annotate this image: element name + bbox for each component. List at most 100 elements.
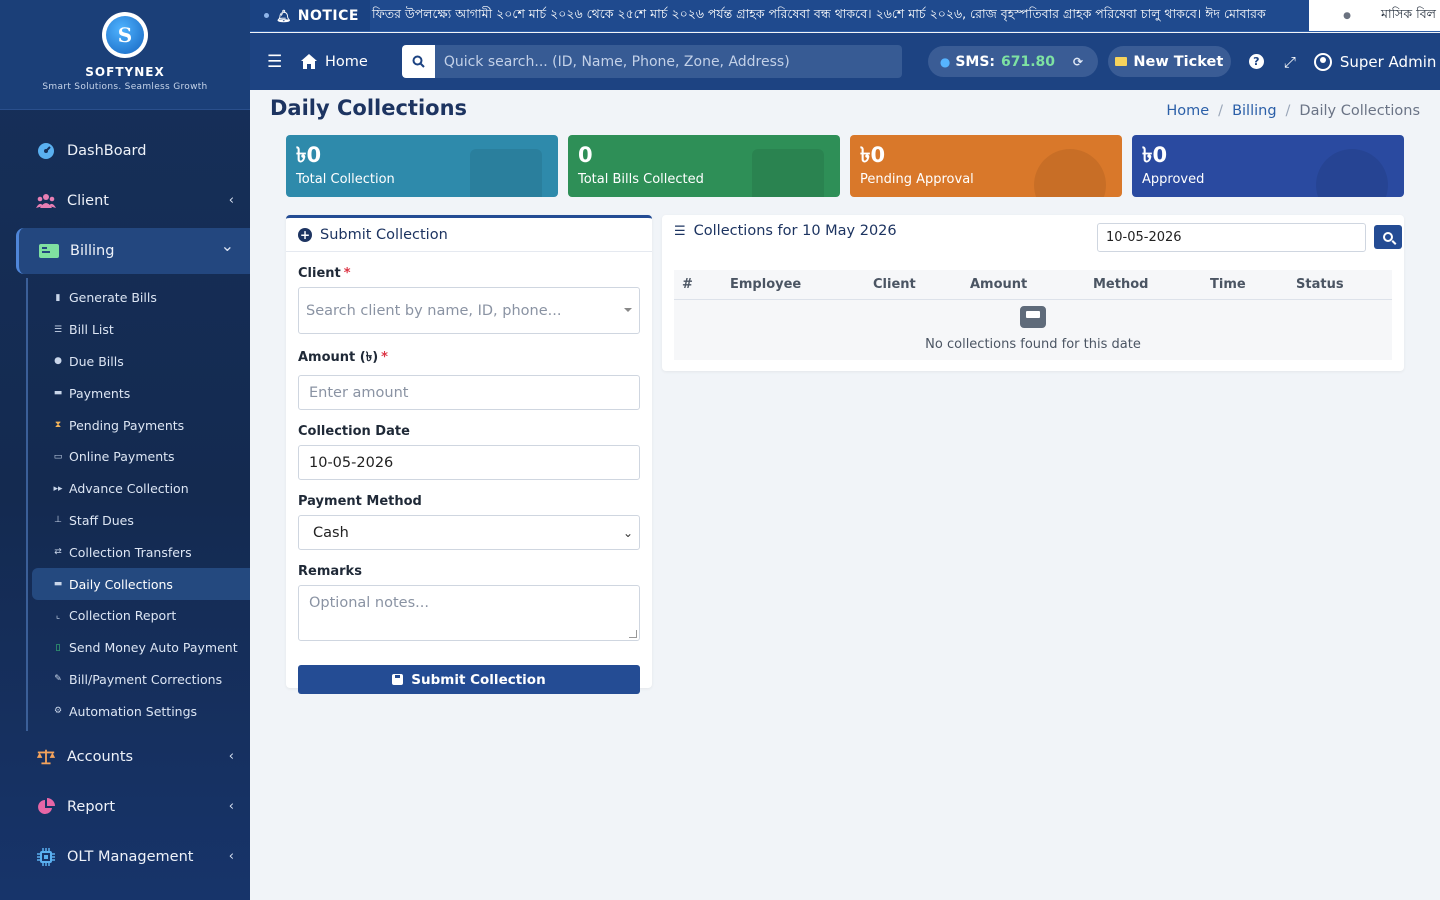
sidebar-item-label: Report xyxy=(67,799,116,815)
amount-input[interactable]: Enter amount xyxy=(298,375,640,410)
sidebar-subitem-send-money-auto-payment[interactable]: ▯ Send Money Auto Payment xyxy=(28,632,250,664)
amount-input-placeholder: Enter amount xyxy=(309,384,409,401)
hamburger-menu-icon[interactable]: ☰ xyxy=(267,52,289,72)
column-header-method[interactable]: Method xyxy=(1093,277,1148,292)
sidebar-item-label: Billing xyxy=(70,243,115,259)
sidebar-subitem-automation-settings[interactable]: ⚙ Automation Settings xyxy=(28,695,250,727)
receipt-bg-icon xyxy=(752,149,824,197)
user-name: Super Admin xyxy=(1339,52,1437,71)
hourglass-icon: ⧗ xyxy=(54,420,62,431)
page-title: Daily Collections xyxy=(270,96,468,120)
chevron-left-icon: ‹ xyxy=(228,749,234,764)
sidebar-subitem-generate-bills[interactable]: ▮ Generate Bills xyxy=(28,282,250,314)
sidebar-subitem-pending-payments[interactable]: ⧗ Pending Payments xyxy=(28,409,250,441)
sidebar-subitem-due-bills[interactable]: ● Due Bills xyxy=(28,346,250,378)
empty-state-text: No collections found for this date xyxy=(925,337,1141,352)
sidebar-subitem-label: Bill/Payment Corrections xyxy=(69,671,223,687)
sidebar-item-report[interactable]: Report ‹ xyxy=(0,784,250,830)
client-select[interactable]: Search client by name, ID, phone... xyxy=(298,287,640,334)
form-card-title: Submit Collection xyxy=(320,226,448,243)
payment-method-select[interactable]: Cash ⌄ xyxy=(298,515,640,550)
collections-date-input[interactable]: 10-05-2026 xyxy=(1097,223,1366,252)
collection-date-label: Collection Date xyxy=(298,424,410,439)
stat-total-collection: ৳0 Total Collection xyxy=(286,135,558,197)
sidebar: S SOFTYNEX Smart Solutions. Seamless Gro… xyxy=(0,0,250,900)
sidebar-subitem-collection-transfers[interactable]: ⇄ Collection Transfers xyxy=(28,536,250,568)
sidebar-item-billing[interactable]: Billing ⌄ xyxy=(16,228,250,274)
sidebar-subitem-label: Collection Report xyxy=(69,608,177,624)
sidebar-item-accounts[interactable]: Accounts ‹ xyxy=(0,734,250,780)
sidebar-subitem-daily-collections[interactable]: ▬ Daily Collections xyxy=(32,568,250,600)
notice-trailing: ● মাসিক বিল xyxy=(1309,0,1440,31)
save-icon xyxy=(392,674,404,685)
sidebar-subitem-label: Daily Collections xyxy=(69,576,173,592)
sidebar-subitem-label: Automation Settings xyxy=(69,703,198,719)
sidebar-item-dashboard[interactable]: DashBoard xyxy=(0,128,250,174)
brand-tagline: Smart Solutions. Seamless Growth xyxy=(42,82,208,92)
file-icon: ▮ xyxy=(55,292,61,303)
amount-label: Amount (৳) * xyxy=(298,348,640,369)
sidebar-subitem-advance-collection[interactable]: ▸▸ Advance Collection xyxy=(28,473,250,505)
breadcrumb-home[interactable]: Home xyxy=(1166,103,1209,119)
money-bill-icon xyxy=(39,241,59,261)
notice-marquee-text: ফিতর উপলক্ষ্যে আগামী ২০শে মার্চ ২০২৬ থেক… xyxy=(372,5,1266,21)
submit-collection-button[interactable]: Submit Collection xyxy=(298,665,640,694)
collections-title: Collections for 10 May 2026 xyxy=(693,223,897,239)
fullscreen-icon[interactable]: ⤢ xyxy=(1284,53,1296,71)
column-header-client[interactable]: Client xyxy=(873,277,916,292)
sidebar-subitem-collection-report[interactable]: ⌞ Collection Report xyxy=(28,600,250,632)
sidebar-item-label: OLT Management xyxy=(67,849,194,865)
sidebar-item-label: Client xyxy=(67,193,109,209)
sms-balance[interactable]: ● SMS: 671.80 ⟳ xyxy=(927,46,1098,77)
sidebar-subitem-payments[interactable]: ▬ Payments xyxy=(28,377,250,409)
quick-search xyxy=(401,45,902,78)
column-header-time[interactable]: Time xyxy=(1210,277,1246,292)
money-bill-bg-icon xyxy=(470,149,542,197)
brand-logo[interactable]: S xyxy=(102,12,148,58)
fast-forward-icon: ▸▸ xyxy=(53,483,63,494)
sidebar-subitem-bill-payment-corrections[interactable]: ✎ Bill/Payment Corrections xyxy=(28,664,250,696)
remarks-textarea[interactable]: Optional notes... xyxy=(298,585,640,641)
sidebar-item-olt-management[interactable]: OLT Management ‹ xyxy=(0,834,250,880)
payment-method-label: Payment Method xyxy=(298,494,422,509)
home-link[interactable]: Home xyxy=(301,54,368,70)
refresh-icon[interactable]: ⟳ xyxy=(1073,55,1083,69)
column-header-status[interactable]: Status xyxy=(1296,277,1344,292)
search-icon xyxy=(1383,232,1393,242)
collection-date-input[interactable]: 10-05-2026 xyxy=(298,445,640,480)
plus-circle-icon: + xyxy=(298,227,312,242)
payment-method-value: Cash xyxy=(313,524,349,541)
search-button[interactable] xyxy=(401,45,435,78)
help-icon[interactable]: ? xyxy=(1248,54,1264,69)
collections-search-button[interactable] xyxy=(1374,225,1402,249)
chat-bubble-icon: ● xyxy=(939,54,951,69)
sidebar-item-client[interactable]: Client ‹ xyxy=(0,178,250,224)
new-ticket-button[interactable]: New Ticket xyxy=(1107,46,1231,77)
sms-balance-value: 671.80 xyxy=(1001,53,1056,70)
sidebar-subitem-label: Pending Payments xyxy=(69,417,185,433)
form-body: Client * Search client by name, ID, phone… xyxy=(286,266,652,694)
billing-submenu: ▮ Generate Bills ☰ Bill List ● Due Bills ▬ P… xyxy=(26,278,250,732)
column-header-index[interactable]: # xyxy=(682,277,693,292)
brand-logo-icon: S xyxy=(106,16,144,54)
sidebar-subitem-online-payments[interactable]: ▭ Online Payments xyxy=(28,441,250,473)
required-mark: * xyxy=(343,266,351,281)
ticket-icon xyxy=(1115,57,1128,66)
sidebar-subitem-label: Due Bills xyxy=(69,353,124,369)
home-link-label: Home xyxy=(325,53,368,70)
submit-collection-card: + Submit Collection Client * Search clien… xyxy=(286,215,652,694)
sidebar-bottom-nav: Accounts ‹ Report ‹ OLT Management ‹ xyxy=(0,734,250,884)
collections-card-header: ☰ Collections for 10 May 2026 xyxy=(674,223,897,239)
column-header-employee[interactable]: Employee xyxy=(730,277,801,292)
column-header-amount[interactable]: Amount xyxy=(970,277,1027,292)
breadcrumb-billing[interactable]: Billing xyxy=(1232,103,1276,119)
sidebar-subitem-staff-dues[interactable]: ⊥ Staff Dues xyxy=(28,505,250,537)
sidebar-subitem-bill-list[interactable]: ☰ Bill List xyxy=(28,314,250,346)
quick-search-input[interactable] xyxy=(434,45,902,78)
home-icon xyxy=(301,54,317,69)
user-menu[interactable]: Super Admin xyxy=(1313,52,1437,71)
sidebar-subitem-label: Generate Bills xyxy=(69,290,157,306)
sidebar-subitem-label: Advance Collection xyxy=(69,481,189,497)
money-icon: ▬ xyxy=(53,388,63,399)
resize-grip-icon[interactable] xyxy=(629,630,637,638)
